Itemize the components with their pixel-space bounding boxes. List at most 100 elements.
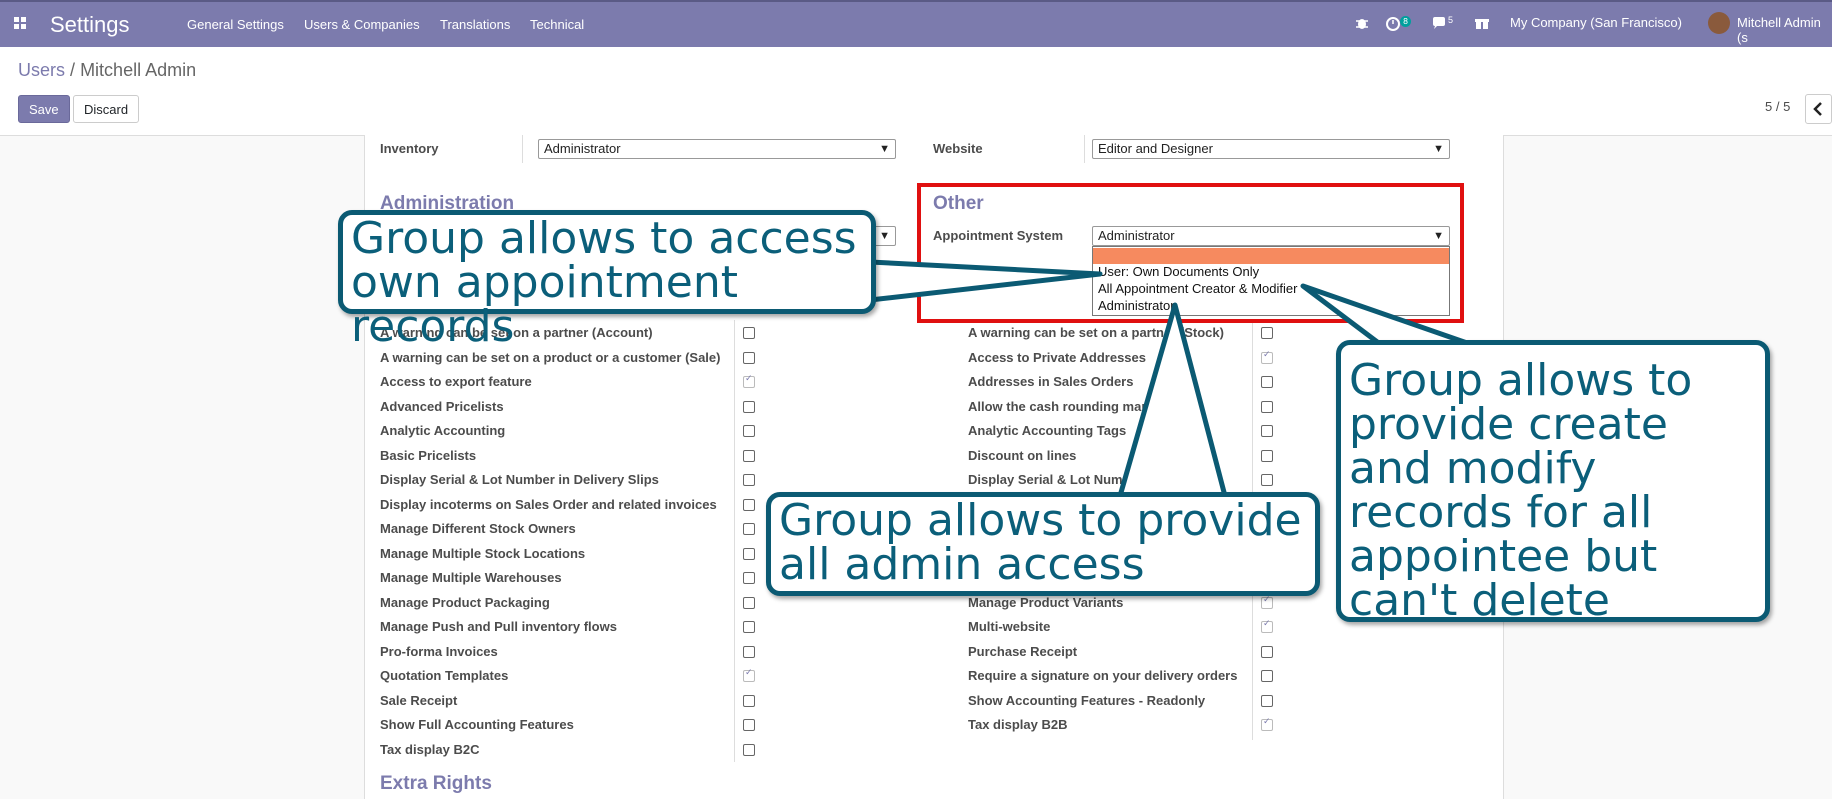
gift-icon[interactable]: [1475, 16, 1489, 33]
technical-setting-label: Advanced Pricelists: [380, 398, 504, 414]
technical-setting-checkbox[interactable]: [743, 351, 755, 364]
technical-setting-label: Display Serial & Lot Number: [968, 472, 1143, 487]
technical-setting-checkbox[interactable]: [1261, 595, 1273, 609]
technical-setting-checkbox[interactable]: [743, 572, 755, 584]
technical-setting-checkbox[interactable]: [1261, 694, 1273, 707]
app-name: Settings: [50, 12, 130, 37]
technical-setting-checkbox[interactable]: [743, 645, 755, 658]
menu-technical[interactable]: Technical: [530, 17, 584, 32]
technical-setting-checkbox[interactable]: [743, 596, 755, 609]
user-menu[interactable]: Mitchell Admin (s: [1737, 15, 1832, 45]
technical-setting-label: Sale Receipt: [380, 692, 458, 708]
inventory-select[interactable]: Administrator ▼: [538, 139, 896, 159]
technical-setting-checkbox[interactable]: [1261, 645, 1273, 658]
callout-admin-access: Group allows to provide all admin access: [766, 492, 1320, 596]
technical-setting-label: Analytic Accounting Tags: [968, 423, 1127, 438]
technical-setting-checkbox[interactable]: [1261, 425, 1273, 437]
technical-setting-checkbox[interactable]: [743, 449, 755, 462]
technical-setting-checkbox[interactable]: [743, 400, 755, 413]
option-creator-modifier[interactable]: All Appointment Creator & Modifier: [1093, 281, 1449, 297]
technical-setting-checkbox[interactable]: [743, 474, 755, 486]
technical-setting-label: Manage Push and Pull inventory flows: [380, 619, 617, 634]
chevron-left-icon: [1813, 102, 1822, 116]
technical-setting-label: Tax display B2B: [968, 717, 1068, 732]
chevron-down-icon: ▼: [879, 230, 890, 242]
apps-menu-icon[interactable]: [14, 17, 28, 31]
breadcrumb: Users / Mitchell Admin: [18, 60, 196, 81]
technical-setting-checkbox[interactable]: [743, 668, 755, 682]
technical-setting-label: Pro-forma Invoices: [380, 643, 498, 659]
technical-setting-label: Require a signature on your delivery ord…: [968, 668, 1238, 683]
technical-setting-label: Manage Multiple Stock Locations: [380, 545, 586, 561]
pager-previous-button[interactable]: [1805, 94, 1832, 124]
top-navbar: Settings General Settings Users & Compan…: [0, 0, 1832, 47]
technical-setting-checkbox[interactable]: [1261, 376, 1273, 388]
technical-setting-checkbox[interactable]: [1261, 350, 1273, 364]
technical-setting-label: Analytic Accounting: [380, 423, 506, 438]
technical-setting-checkbox[interactable]: [743, 425, 755, 437]
appointment-options-list: User: Own Documents Only All Appointment…: [1092, 246, 1450, 316]
technical-setting-checkbox[interactable]: [743, 327, 755, 339]
callout-create-modify: Group allows to provide create and modif…: [1336, 340, 1770, 623]
technical-setting-checkbox[interactable]: [1261, 327, 1273, 339]
breadcrumb-current: Mitchell Admin: [80, 60, 197, 80]
chevron-down-icon: ▼: [1433, 143, 1444, 155]
technical-setting-label: Manage Multiple Warehouses: [380, 570, 562, 585]
inventory-select-value: Administrator: [544, 141, 621, 156]
extra-rights-section-title: Extra Rights: [380, 773, 492, 794]
technical-setting-checkbox[interactable]: [743, 621, 755, 633]
technical-setting-checkbox[interactable]: [743, 547, 755, 560]
option-own-documents[interactable]: User: Own Documents Only: [1093, 264, 1449, 280]
menu-translations[interactable]: Translations: [440, 17, 510, 32]
technical-setting-label: Discount on lines: [968, 447, 1077, 463]
technical-setting-label: Addresses in Sales Orders: [968, 374, 1134, 389]
technical-setting-label: Basic Pricelists: [380, 447, 477, 463]
technical-setting-label: A warning can be set on a partner (Stock…: [968, 325, 1224, 340]
option-empty[interactable]: [1093, 248, 1449, 264]
technical-setting-label: Tax display B2C: [380, 741, 480, 757]
user-avatar[interactable]: [1708, 12, 1730, 34]
website-select[interactable]: Editor and Designer ▼: [1092, 139, 1450, 159]
activity-clock-icon[interactable]: [1386, 16, 1401, 34]
callout-own-records: Group allows to access own appointment r…: [338, 210, 876, 349]
menu-general-settings[interactable]: General Settings: [187, 17, 284, 32]
website-label: Website: [933, 141, 983, 156]
debug-bug-icon[interactable]: [1355, 16, 1369, 33]
technical-setting-label: Manage Product Packaging: [380, 594, 550, 610]
technical-setting-label: Quotation Templates: [380, 668, 509, 683]
technical-setting-label: Display incoterms on Sales Order and rel…: [380, 496, 717, 512]
technical-setting-checkbox[interactable]: [743, 498, 755, 511]
inventory-label: Inventory: [380, 141, 439, 156]
technical-setting-checkbox[interactable]: [743, 523, 755, 535]
pager-value: 5 / 5: [1765, 99, 1791, 114]
technical-setting-label: Show Full Accounting Features: [380, 717, 574, 732]
technical-setting-checkbox[interactable]: [743, 694, 755, 707]
technical-setting-label: Multi-website: [968, 619, 1051, 634]
message-count: 5: [1448, 15, 1454, 25]
technical-setting-label: Manage Different Stock Owners: [380, 521, 576, 536]
technical-setting-checkbox[interactable]: [1261, 400, 1273, 413]
technical-setting-checkbox[interactable]: [1261, 449, 1273, 462]
technical-setting-checkbox[interactable]: [743, 743, 755, 756]
technical-setting-checkbox[interactable]: [1261, 474, 1273, 486]
divider: [522, 135, 523, 163]
control-panel: Users / Mitchell Admin Save Discard 5 / …: [0, 47, 1832, 136]
activity-count-badge: 8: [1400, 16, 1412, 27]
company-switcher[interactable]: My Company (San Francisco): [1510, 15, 1682, 30]
menu-users-companies[interactable]: Users & Companies: [304, 17, 420, 32]
technical-setting-checkbox[interactable]: [743, 719, 755, 731]
technical-setting-label: Manage Product Variants: [968, 594, 1124, 610]
divider: [734, 320, 735, 762]
save-button[interactable]: Save: [18, 95, 70, 123]
technical-setting-checkbox[interactable]: [1261, 717, 1273, 731]
discard-button[interactable]: Discard: [73, 95, 140, 123]
technical-setting-checkbox[interactable]: [743, 374, 755, 388]
technical-setting-checkbox[interactable]: [1261, 619, 1273, 633]
technical-setting-label: Purchase Receipt: [968, 643, 1078, 659]
breadcrumb-separator: /: [70, 60, 76, 80]
technical-setting-checkbox[interactable]: [1261, 670, 1273, 682]
messaging-chat-icon[interactable]: [1432, 16, 1448, 34]
option-administrator[interactable]: Administrator: [1093, 298, 1449, 314]
breadcrumb-users[interactable]: Users: [18, 60, 65, 80]
website-select-value: Editor and Designer: [1098, 141, 1213, 156]
